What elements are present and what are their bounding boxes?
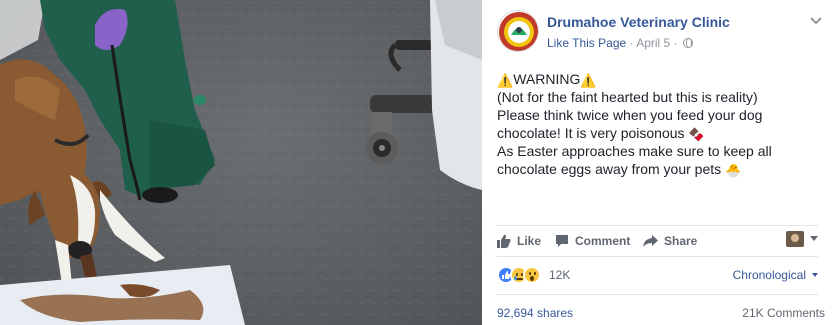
- post-stats: 92,694 shares 21K Comments: [497, 306, 827, 322]
- like-this-page-link[interactable]: Like This Page: [547, 36, 626, 50]
- clinic-logo: [499, 12, 538, 51]
- page-name-link[interactable]: Drumahoe Veterinary Clinic: [547, 14, 730, 30]
- post-line-text: (Not for the faint hearted but this is r…: [497, 89, 758, 105]
- chocolate-bar-icon: 🍫: [688, 127, 705, 142]
- hatching-chick-icon: 🐣: [725, 163, 742, 178]
- post-line-text: WARNING: [513, 71, 581, 87]
- warning-icon: ⚠️: [497, 73, 514, 88]
- viewer-avatar[interactable]: [786, 231, 804, 247]
- reaction-count[interactable]: 12K: [549, 268, 570, 282]
- chevron-down-icon[interactable]: [809, 16, 823, 26]
- caret-down-icon[interactable]: [810, 236, 818, 241]
- post-line: Please think twice when you feed your do…: [497, 106, 827, 124]
- share-button[interactable]: Share: [643, 231, 697, 251]
- comment-icon: [556, 235, 568, 247]
- globe-icon: [682, 38, 693, 48]
- post-actions: Like Comment Share: [497, 231, 818, 251]
- post-line: ⚠️WARNING⚠️: [497, 70, 827, 88]
- divider: [497, 256, 818, 257]
- post-line-text: chocolate eggs away from your pets: [497, 161, 726, 177]
- post-line-text: chocolate! It is very poisonous: [497, 125, 689, 141]
- warning-icon: ⚠️: [580, 73, 597, 88]
- reaction-icons[interactable]: [497, 266, 541, 284]
- divider: [497, 225, 818, 226]
- post-line: (Not for the faint hearted but this is r…: [497, 88, 827, 106]
- photo-scene: [0, 0, 482, 325]
- divider: [497, 294, 818, 295]
- shares-count-link[interactable]: 92,694 shares: [497, 306, 573, 320]
- wow-reaction-icon: [523, 266, 541, 284]
- comment-sort-dropdown[interactable]: Chronological: [733, 268, 806, 282]
- page-avatar[interactable]: [497, 10, 539, 52]
- post-line: chocolate! It is very poisonous 🍫: [497, 124, 827, 142]
- comment-label: Comment: [575, 234, 631, 248]
- post-meta: Like This Page · April 5 ·: [547, 36, 693, 50]
- post-line-text: Please think twice when you feed your do…: [497, 107, 763, 123]
- post-line-text: As Easter approaches make sure to keep a…: [497, 143, 772, 159]
- meta-separator: ·: [629, 36, 634, 50]
- post-line: As Easter approaches make sure to keep a…: [497, 142, 827, 160]
- post-message: ⚠️WARNING⚠️ (Not for the faint hearted b…: [497, 70, 827, 178]
- caret-down-icon[interactable]: [812, 273, 818, 277]
- like-button[interactable]: Like: [497, 231, 541, 251]
- post-line: chocolate eggs away from your pets 🐣: [497, 160, 827, 178]
- comment-button[interactable]: Comment: [555, 231, 630, 251]
- post-date[interactable]: April 5: [636, 36, 670, 50]
- comments-count-link[interactable]: 21K Comments: [742, 306, 825, 320]
- share-label: Share: [664, 234, 698, 248]
- share-arrow-icon: [643, 235, 658, 247]
- like-label: Like: [517, 234, 542, 248]
- post-header: Drumahoe Veterinary Clinic Like This Pag…: [497, 10, 827, 54]
- post-side-panel: Drumahoe Veterinary Clinic Like This Pag…: [482, 0, 833, 325]
- reactions-bar: 12K Chronological: [497, 266, 818, 286]
- meta-separator: ·: [673, 36, 678, 50]
- thumbs-up-icon: [497, 234, 511, 248]
- post-photo[interactable]: [0, 0, 482, 325]
